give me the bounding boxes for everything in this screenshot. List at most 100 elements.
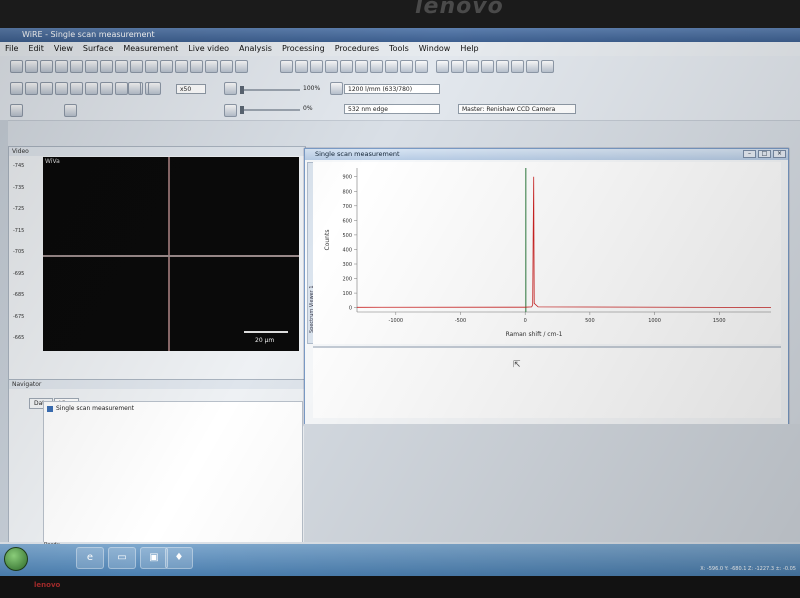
row1-tool-icon-32[interactable]	[511, 60, 524, 73]
toolbar-row-2: x50 100% 1200 l/mm (633/780)	[0, 78, 800, 101]
screen: WiRE - Single scan measurement File Edit V…	[0, 28, 800, 576]
row2-tool-icon-14[interactable]	[330, 82, 343, 95]
navigator-tabs: DataView	[29, 390, 80, 409]
secondary-slider[interactable]	[240, 106, 300, 114]
row1-tool-icon-10[interactable]	[145, 60, 158, 73]
coordinate-readout: X: -596.0 Y: -680.1 Z: -1227.3 ±: -0.05	[700, 566, 796, 572]
menu-file[interactable]: File	[0, 42, 23, 56]
scale-bar	[244, 331, 288, 333]
spectrum-lower-pane[interactable]: ⇱	[313, 346, 781, 418]
row1-tool-icon-11[interactable]	[160, 60, 173, 73]
tree-item-measurement[interactable]: Single scan measurement	[56, 405, 134, 412]
bezel-bottom-logo: lenovo	[34, 581, 61, 589]
spectrum-window-title: Single scan measurement	[315, 150, 400, 158]
camera-select[interactable]: Master: Renishaw CCD Camera	[458, 104, 576, 114]
row1-tool-icon-18[interactable]	[295, 60, 308, 73]
row2-tool-icon-11[interactable]	[128, 82, 141, 95]
row1-tool-icon-17[interactable]	[280, 60, 293, 73]
internet-explorer-icon[interactable]: e	[76, 547, 104, 569]
video-panel: Video -745 -735 -725 -715 -705 -695 -685 -675 -6…	[8, 146, 306, 380]
row1-tool-icon-7[interactable]	[100, 60, 113, 73]
toolbar-row-3: 0% 532 nm edge Master: Renishaw CCD Came…	[0, 100, 800, 121]
row2-tool-icon-8[interactable]	[115, 82, 128, 95]
menu-window[interactable]: Window	[414, 42, 456, 56]
row1-tool-icon-24[interactable]	[385, 60, 398, 73]
close-button[interactable]: ×	[773, 150, 786, 158]
menu-tools[interactable]: Tools	[384, 42, 414, 56]
row1-tool-icon-33[interactable]	[526, 60, 539, 73]
row1-tool-icon-29[interactable]	[466, 60, 479, 73]
row2-tool-icon-3[interactable]	[40, 82, 53, 95]
row2-tool-icon-12[interactable]	[148, 82, 161, 95]
row1-tool-icon-8[interactable]	[115, 60, 128, 73]
y-tick-label: 200	[342, 277, 352, 283]
menu-processing[interactable]: Processing	[277, 42, 330, 56]
menu-live-video[interactable]: Live video	[183, 42, 234, 56]
row1-tool-icon-2[interactable]	[25, 60, 38, 73]
row1-tool-icon-28[interactable]	[451, 60, 464, 73]
row3-tool-icon-3[interactable]	[224, 104, 237, 117]
y-tick-label: 0	[349, 306, 352, 312]
x-tick-label: -1000	[389, 318, 404, 324]
menu-help[interactable]: Help	[455, 42, 483, 56]
row2-tool-icon-6[interactable]	[85, 82, 98, 95]
row1-tool-icon-12[interactable]	[175, 60, 188, 73]
row1-tool-icon-14[interactable]	[205, 60, 218, 73]
menu-view[interactable]: View	[49, 42, 78, 56]
row2-tool-icon-5[interactable]	[70, 82, 83, 95]
row2-tool-icon-7[interactable]	[100, 82, 113, 95]
media-icon[interactable]: ▣	[140, 547, 168, 569]
row1-tool-icon-4[interactable]	[55, 60, 68, 73]
menu-procedures[interactable]: Procedures	[330, 42, 384, 56]
video-y-tick: -705	[13, 249, 25, 255]
menu-surface[interactable]: Surface	[78, 42, 118, 56]
laser-power-slider[interactable]	[240, 86, 300, 94]
objective-select[interactable]: x50	[176, 84, 206, 94]
y-tick-label: 600	[342, 218, 352, 224]
row1-tool-icon-26[interactable]	[415, 60, 428, 73]
window-titlebar: WiRE - Single scan measurement	[0, 28, 800, 42]
row1-tool-icon-31[interactable]	[496, 60, 509, 73]
row1-tool-icon-22[interactable]	[355, 60, 368, 73]
measurement-icon	[47, 406, 53, 412]
start-button[interactable]	[4, 547, 28, 571]
row2-tool-icon-4[interactable]	[55, 82, 68, 95]
row1-tool-icon-5[interactable]	[70, 60, 83, 73]
row1-tool-icon-20[interactable]	[325, 60, 338, 73]
row1-tool-icon-3[interactable]	[40, 60, 53, 73]
row1-tool-icon-19[interactable]	[310, 60, 323, 73]
row1-tool-icon-1[interactable]	[10, 60, 23, 73]
row1-tool-icon-9[interactable]	[130, 60, 143, 73]
spectrum-chart[interactable]: -1000 -500 0 500 1000 1500 0 100 200 300 400 500 600…	[313, 162, 781, 344]
row1-tool-icon-27[interactable]	[436, 60, 449, 73]
grating-select[interactable]: 1200 l/mm (633/780)	[344, 84, 440, 94]
spectrum-plot[interactable]: -1000 -500 0 500 1000 1500 0 100 200 300 400 500 600…	[313, 162, 781, 344]
y-tick-label: 500	[342, 233, 352, 239]
row2-tool-icon-2[interactable]	[25, 82, 38, 95]
wire-app-icon[interactable]: ♦	[165, 547, 193, 569]
menu-analysis[interactable]: Analysis	[234, 42, 277, 56]
laser-power-value: 100%	[303, 85, 321, 92]
row2-tool-icon-13[interactable]	[224, 82, 237, 95]
row1-tool-icon-13[interactable]	[190, 60, 203, 73]
row3-tool-icon-1[interactable]	[10, 104, 23, 117]
menu-edit[interactable]: Edit	[23, 42, 49, 56]
row1-tool-icon-6[interactable]	[85, 60, 98, 73]
video-feed[interactable]: WiVa 20 µm	[43, 157, 299, 351]
menu-measurement[interactable]: Measurement	[118, 42, 183, 56]
maximize-button[interactable]: □	[758, 150, 771, 158]
row1-tool-icon-21[interactable]	[340, 60, 353, 73]
laser-select[interactable]: 532 nm edge	[344, 104, 440, 114]
row1-tool-icon-15[interactable]	[220, 60, 233, 73]
row3-tool-icon-2[interactable]	[64, 104, 77, 117]
monitor-brand-logo: lenovo	[415, 0, 504, 19]
row1-tool-icon-23[interactable]	[370, 60, 383, 73]
row2-tool-icon-1[interactable]	[10, 82, 23, 95]
minimize-button[interactable]: –	[743, 150, 756, 158]
row1-tool-icon-30[interactable]	[481, 60, 494, 73]
row1-tool-icon-16[interactable]	[235, 60, 248, 73]
folder-icon[interactable]: ▭	[108, 547, 136, 569]
row1-tool-icon-25[interactable]	[400, 60, 413, 73]
y-axis-label: Counts	[324, 230, 331, 251]
row1-tool-icon-34[interactable]	[541, 60, 554, 73]
